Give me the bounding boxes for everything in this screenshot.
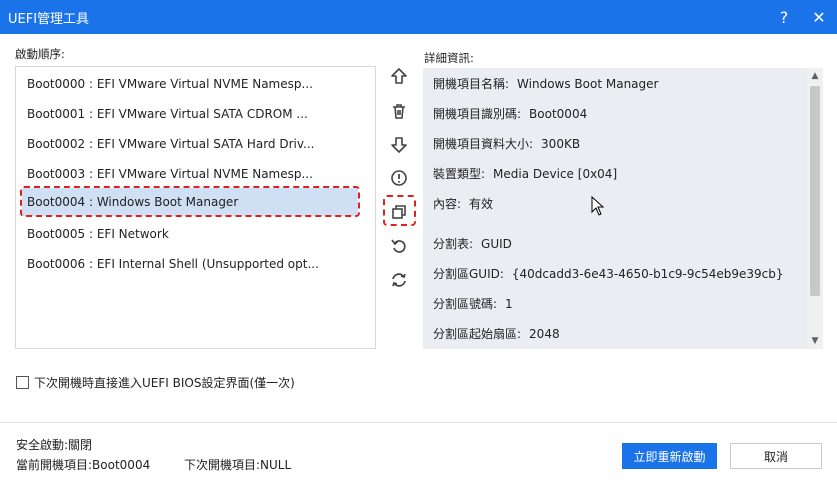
current-boot-status: 當前開機項目:Boot0004 [16,456,150,473]
delete-button[interactable] [386,98,412,124]
detail-value: 1 [505,297,513,311]
move-up-button[interactable] [386,63,412,89]
undo-button[interactable] [386,233,412,259]
boot-item-0002[interactable]: Boot0002 : EFI VMware Virtual SATA Hard … [22,130,358,158]
move-down-button[interactable] [386,132,412,158]
detail-value: 2048 [529,327,560,341]
refresh-icon [392,273,406,287]
details-panel: 開機項目名稱: Windows Boot Manager 開機項目識別碼: Boot… [423,68,823,349]
current-boot-label: 當前開機項目: [16,458,93,472]
details-label: 詳細資訊: [424,51,474,65]
details-scrollbar[interactable]: ▲ ▼ [807,68,823,349]
detail-value: Boot0004 [529,107,588,121]
cancel-button[interactable]: 取消 [730,443,822,469]
info-button[interactable] [386,165,412,191]
window-title: UEFI管理工具 [8,12,90,27]
scroll-up-icon[interactable]: ▲ [807,68,823,84]
detail-row-start-sector: 分割區起始扇區: 2048 [433,325,560,342]
boot-item-0001[interactable]: Boot0001 : EFI VMware Virtual SATA CDROM… [22,100,358,128]
next-boot-status: 下次開機項目:NULL [184,456,291,473]
secure-boot-label: 安全啟動: [16,438,69,452]
detail-row-partition-guid: 分割區GUID: {40dcadd3-6e43-4650-b1c9-9c54eb9… [433,265,784,282]
undo-icon [391,239,406,253]
boot-item-0005[interactable]: Boot0005 : EFI Network [22,220,358,248]
detail-key: 開機項目資料大小: [433,137,534,151]
copy-button[interactable] [386,199,412,225]
detail-row-partition-number: 分割區號碼: 1 [433,295,513,312]
detail-row-partition-table: 分割表: GUID [433,235,512,252]
bios-setup-checkbox[interactable] [16,376,29,389]
copy-icon [392,205,406,219]
detail-row-device-type: 裝置類型: Media Device [0x04] [433,165,617,182]
delete-icon [393,104,405,119]
detail-key: 分割區GUID: [433,267,504,281]
bios-setup-option[interactable]: 下次開機時直接進入UEFI BIOS設定界面(僅一次) [16,374,295,391]
detail-value: GUID [481,237,512,251]
detail-row-entry-id: 開機項目識別碼: Boot0004 [433,105,587,122]
info-icon [391,170,407,186]
detail-key: 分割區起始扇區: [433,327,522,341]
detail-key: 內容: [433,197,462,211]
secure-boot-value: 關閉 [68,438,93,452]
boot-item-0003[interactable]: Boot0003 : EFI VMware Virtual NVME Names… [22,160,358,188]
restart-now-button[interactable]: 立即重新啟動 [622,443,717,469]
help-button[interactable]: ? [766,0,802,34]
move-down-icon [391,137,407,153]
detail-value: 有效 [469,197,494,211]
detail-row-entry-name: 開機項目名稱: Windows Boot Manager [433,75,658,92]
boot-item-0000[interactable]: Boot0000 : EFI VMware Virtual NVME Names… [22,70,358,98]
next-boot-label: 下次開機項目: [184,458,261,472]
detail-row-content: 內容: 有效 [433,195,493,212]
detail-value: {40dcadd3-6e43-4650-b1c9-9c54eb9e39cb} [511,267,784,281]
detail-key: 開機項目識別碼: [433,107,522,121]
detail-value: Windows Boot Manager [517,77,659,91]
detail-row-data-size: 開機項目資料大小: 300KB [433,135,580,152]
scrollbar-thumb[interactable] [810,86,820,296]
move-up-icon [391,68,407,84]
detail-key: 分割區號碼: [433,297,498,311]
boot-item-0006[interactable]: Boot0006 : EFI Internal Shell (Unsupport… [22,250,358,278]
bios-setup-checkbox-label: 下次開機時直接進入UEFI BIOS設定界面(僅一次) [34,376,295,390]
current-boot-value: Boot0004 [92,458,151,472]
detail-value: Media Device [0x04] [493,167,618,181]
detail-key: 開機項目名稱: [433,77,510,91]
close-button[interactable]: ✕ [801,0,837,34]
refresh-button[interactable] [386,267,412,293]
detail-key: 分割表: [433,237,474,251]
title-bar: UEFI管理工具 ? ✕ [0,0,837,34]
boot-order-label: 啟動順序: [15,47,65,61]
scroll-down-icon[interactable]: ▼ [807,333,823,349]
boot-order-list[interactable]: Boot0000 : EFI VMware Virtual NVME Names… [15,66,376,349]
footer-divider [0,422,837,423]
next-boot-value: NULL [260,458,292,472]
detail-value: 300KB [541,137,581,151]
detail-key: 裝置類型: [433,167,486,181]
boot-item-0004[interactable]: Boot0004 : Windows Boot Manager [22,188,358,216]
secure-boot-status: 安全啟動:關閉 [16,436,92,453]
mouse-cursor-icon [591,196,605,216]
